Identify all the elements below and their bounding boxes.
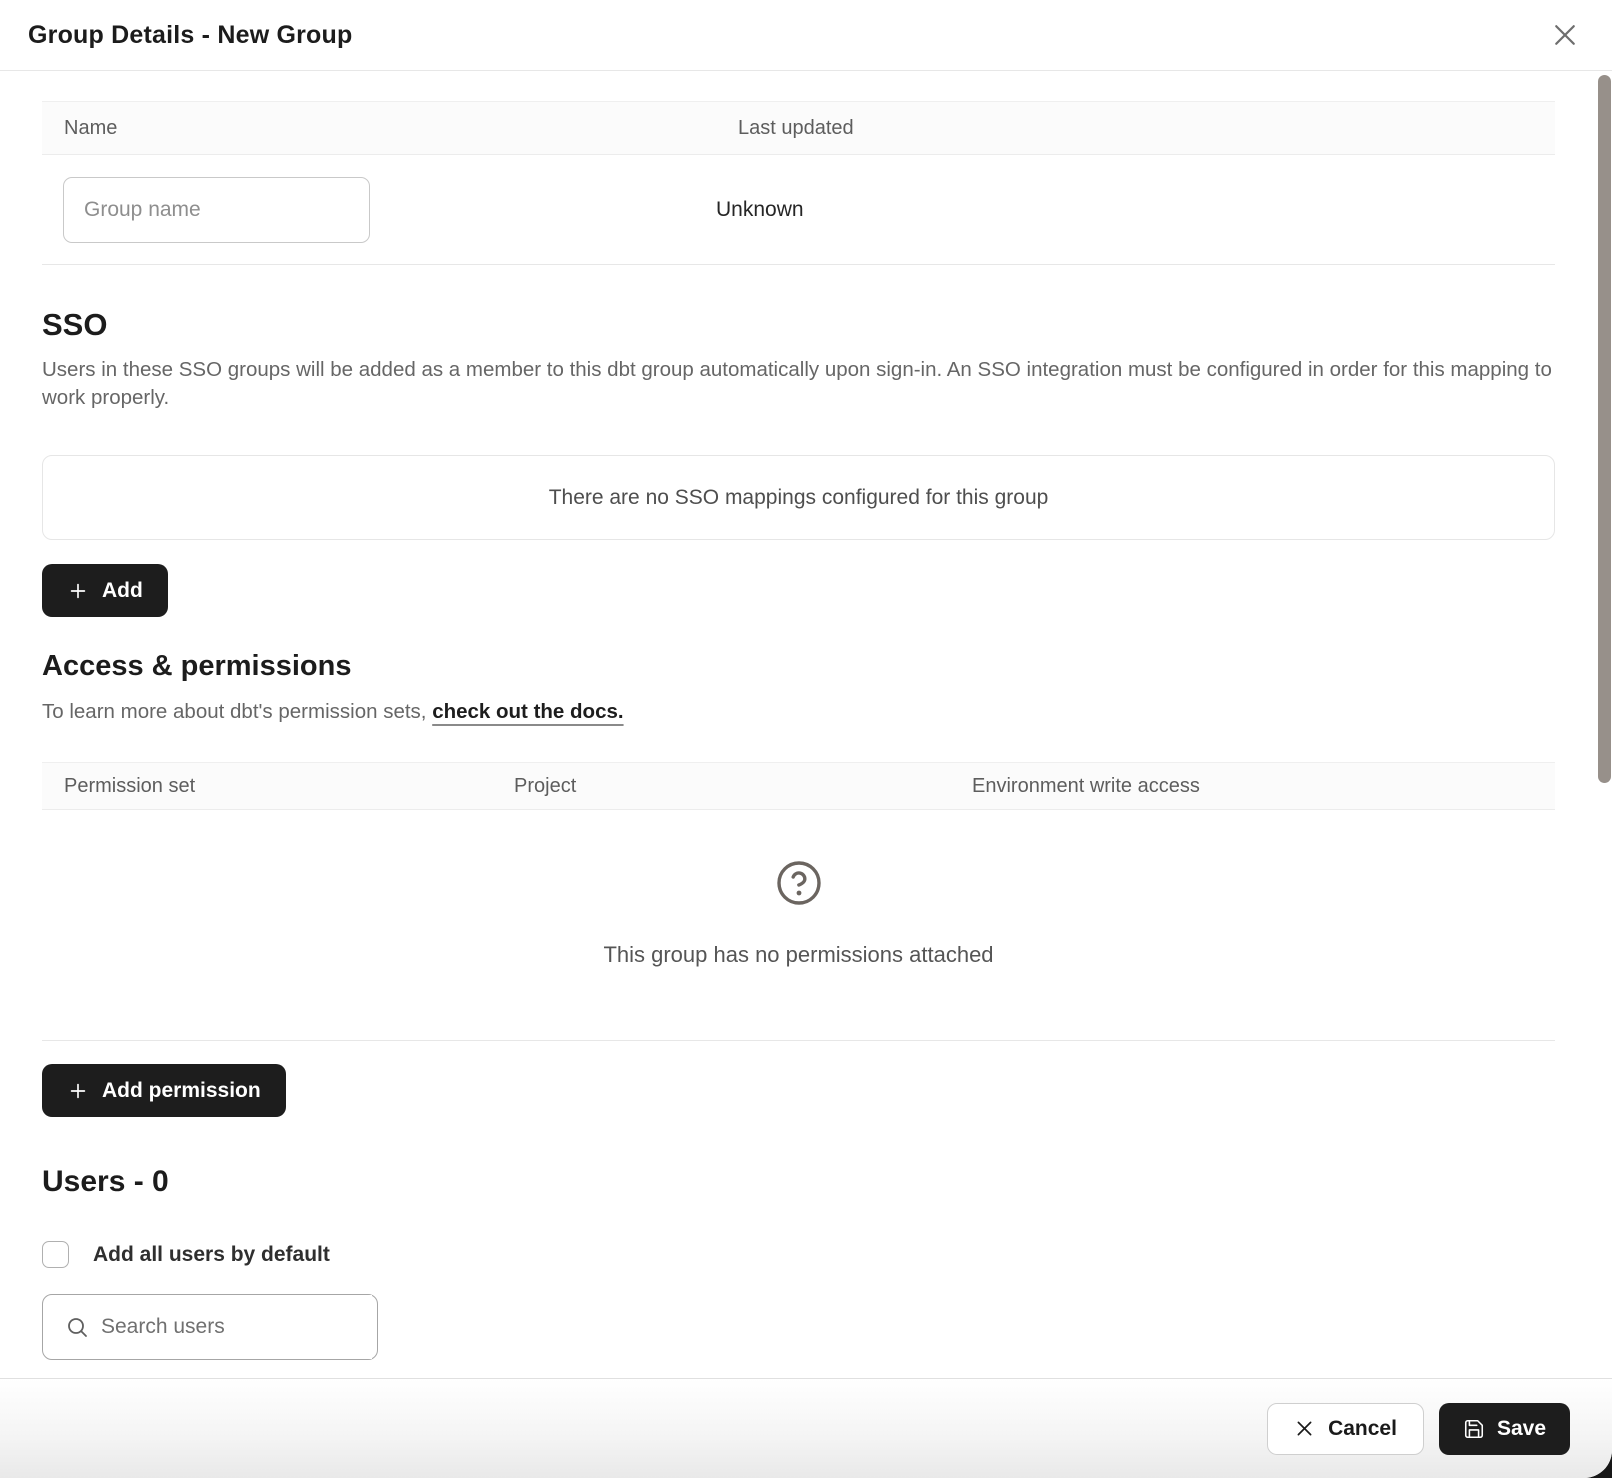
modal-header: Group Details - New Group — [0, 0, 1612, 71]
save-button[interactable]: Save — [1439, 1403, 1570, 1455]
search-users-box — [42, 1294, 378, 1360]
help-circle-icon — [775, 859, 823, 907]
permissions-empty-state: This group has no permissions attached — [42, 810, 1555, 1041]
sso-empty-message: There are no SSO mappings configured for… — [549, 486, 1049, 510]
column-header-environment-write-access: Environment write access — [950, 775, 1555, 798]
column-header-project: Project — [492, 775, 950, 798]
save-button-label: Save — [1497, 1417, 1546, 1441]
search-icon — [65, 1315, 89, 1339]
modal-title: Group Details - New Group — [28, 21, 352, 50]
permissions-empty-message: This group has no permissions attached — [603, 942, 993, 968]
x-icon — [1294, 1418, 1315, 1439]
group-details-modal: Group Details - New Group Name Last upda… — [0, 0, 1612, 1478]
last-updated-value: Unknown — [716, 198, 1555, 222]
permissions-table: Permission set Project Environment write… — [42, 762, 1555, 1041]
cancel-button[interactable]: Cancel — [1267, 1403, 1424, 1455]
group-name-input[interactable] — [63, 177, 370, 243]
add-all-users-checkbox[interactable] — [42, 1241, 69, 1268]
permissions-table-header: Permission set Project Environment write… — [42, 763, 1555, 810]
add-permission-button-label: Add permission — [102, 1079, 261, 1103]
group-name-table-header: Name Last updated — [42, 102, 1555, 155]
users-heading: Users - 0 — [42, 1165, 1555, 1199]
column-header-last-updated: Last updated — [716, 117, 1555, 140]
table-row: Unknown — [42, 155, 1555, 265]
add-all-users-row: Add all users by default — [42, 1241, 1555, 1268]
docs-link[interactable]: check out the docs. — [432, 700, 623, 723]
scrollbar-thumb[interactable] — [1598, 75, 1611, 783]
add-sso-mapping-button[interactable]: Add — [42, 564, 168, 617]
cancel-button-label: Cancel — [1328, 1417, 1397, 1441]
docs-line-prefix: To learn more about dbt's permission set… — [42, 700, 432, 723]
add-permission-button[interactable]: Add permission — [42, 1064, 286, 1117]
modal-body: Name Last updated Unknown SSO Users in t… — [0, 71, 1612, 1378]
sso-heading: SSO — [42, 307, 1555, 343]
sso-empty-state: There are no SSO mappings configured for… — [42, 455, 1555, 540]
close-icon — [1550, 20, 1580, 50]
modal-footer: Cancel Save — [0, 1378, 1612, 1478]
save-icon — [1463, 1418, 1485, 1440]
plus-icon — [67, 580, 89, 602]
permissions-docs-line: To learn more about dbt's permission set… — [42, 700, 1555, 724]
column-header-name: Name — [42, 117, 716, 140]
sso-description: Users in these SSO groups will be added … — [42, 356, 1555, 412]
add-sso-mapping-button-label: Add — [102, 579, 143, 603]
group-name-table: Name Last updated Unknown — [42, 101, 1555, 265]
permissions-heading: Access & permissions — [42, 650, 1555, 683]
close-button[interactable] — [1548, 18, 1582, 52]
column-header-permission-set: Permission set — [42, 775, 492, 798]
plus-icon — [67, 1080, 89, 1102]
search-users-input[interactable] — [101, 1295, 372, 1359]
add-all-users-label[interactable]: Add all users by default — [93, 1243, 330, 1267]
